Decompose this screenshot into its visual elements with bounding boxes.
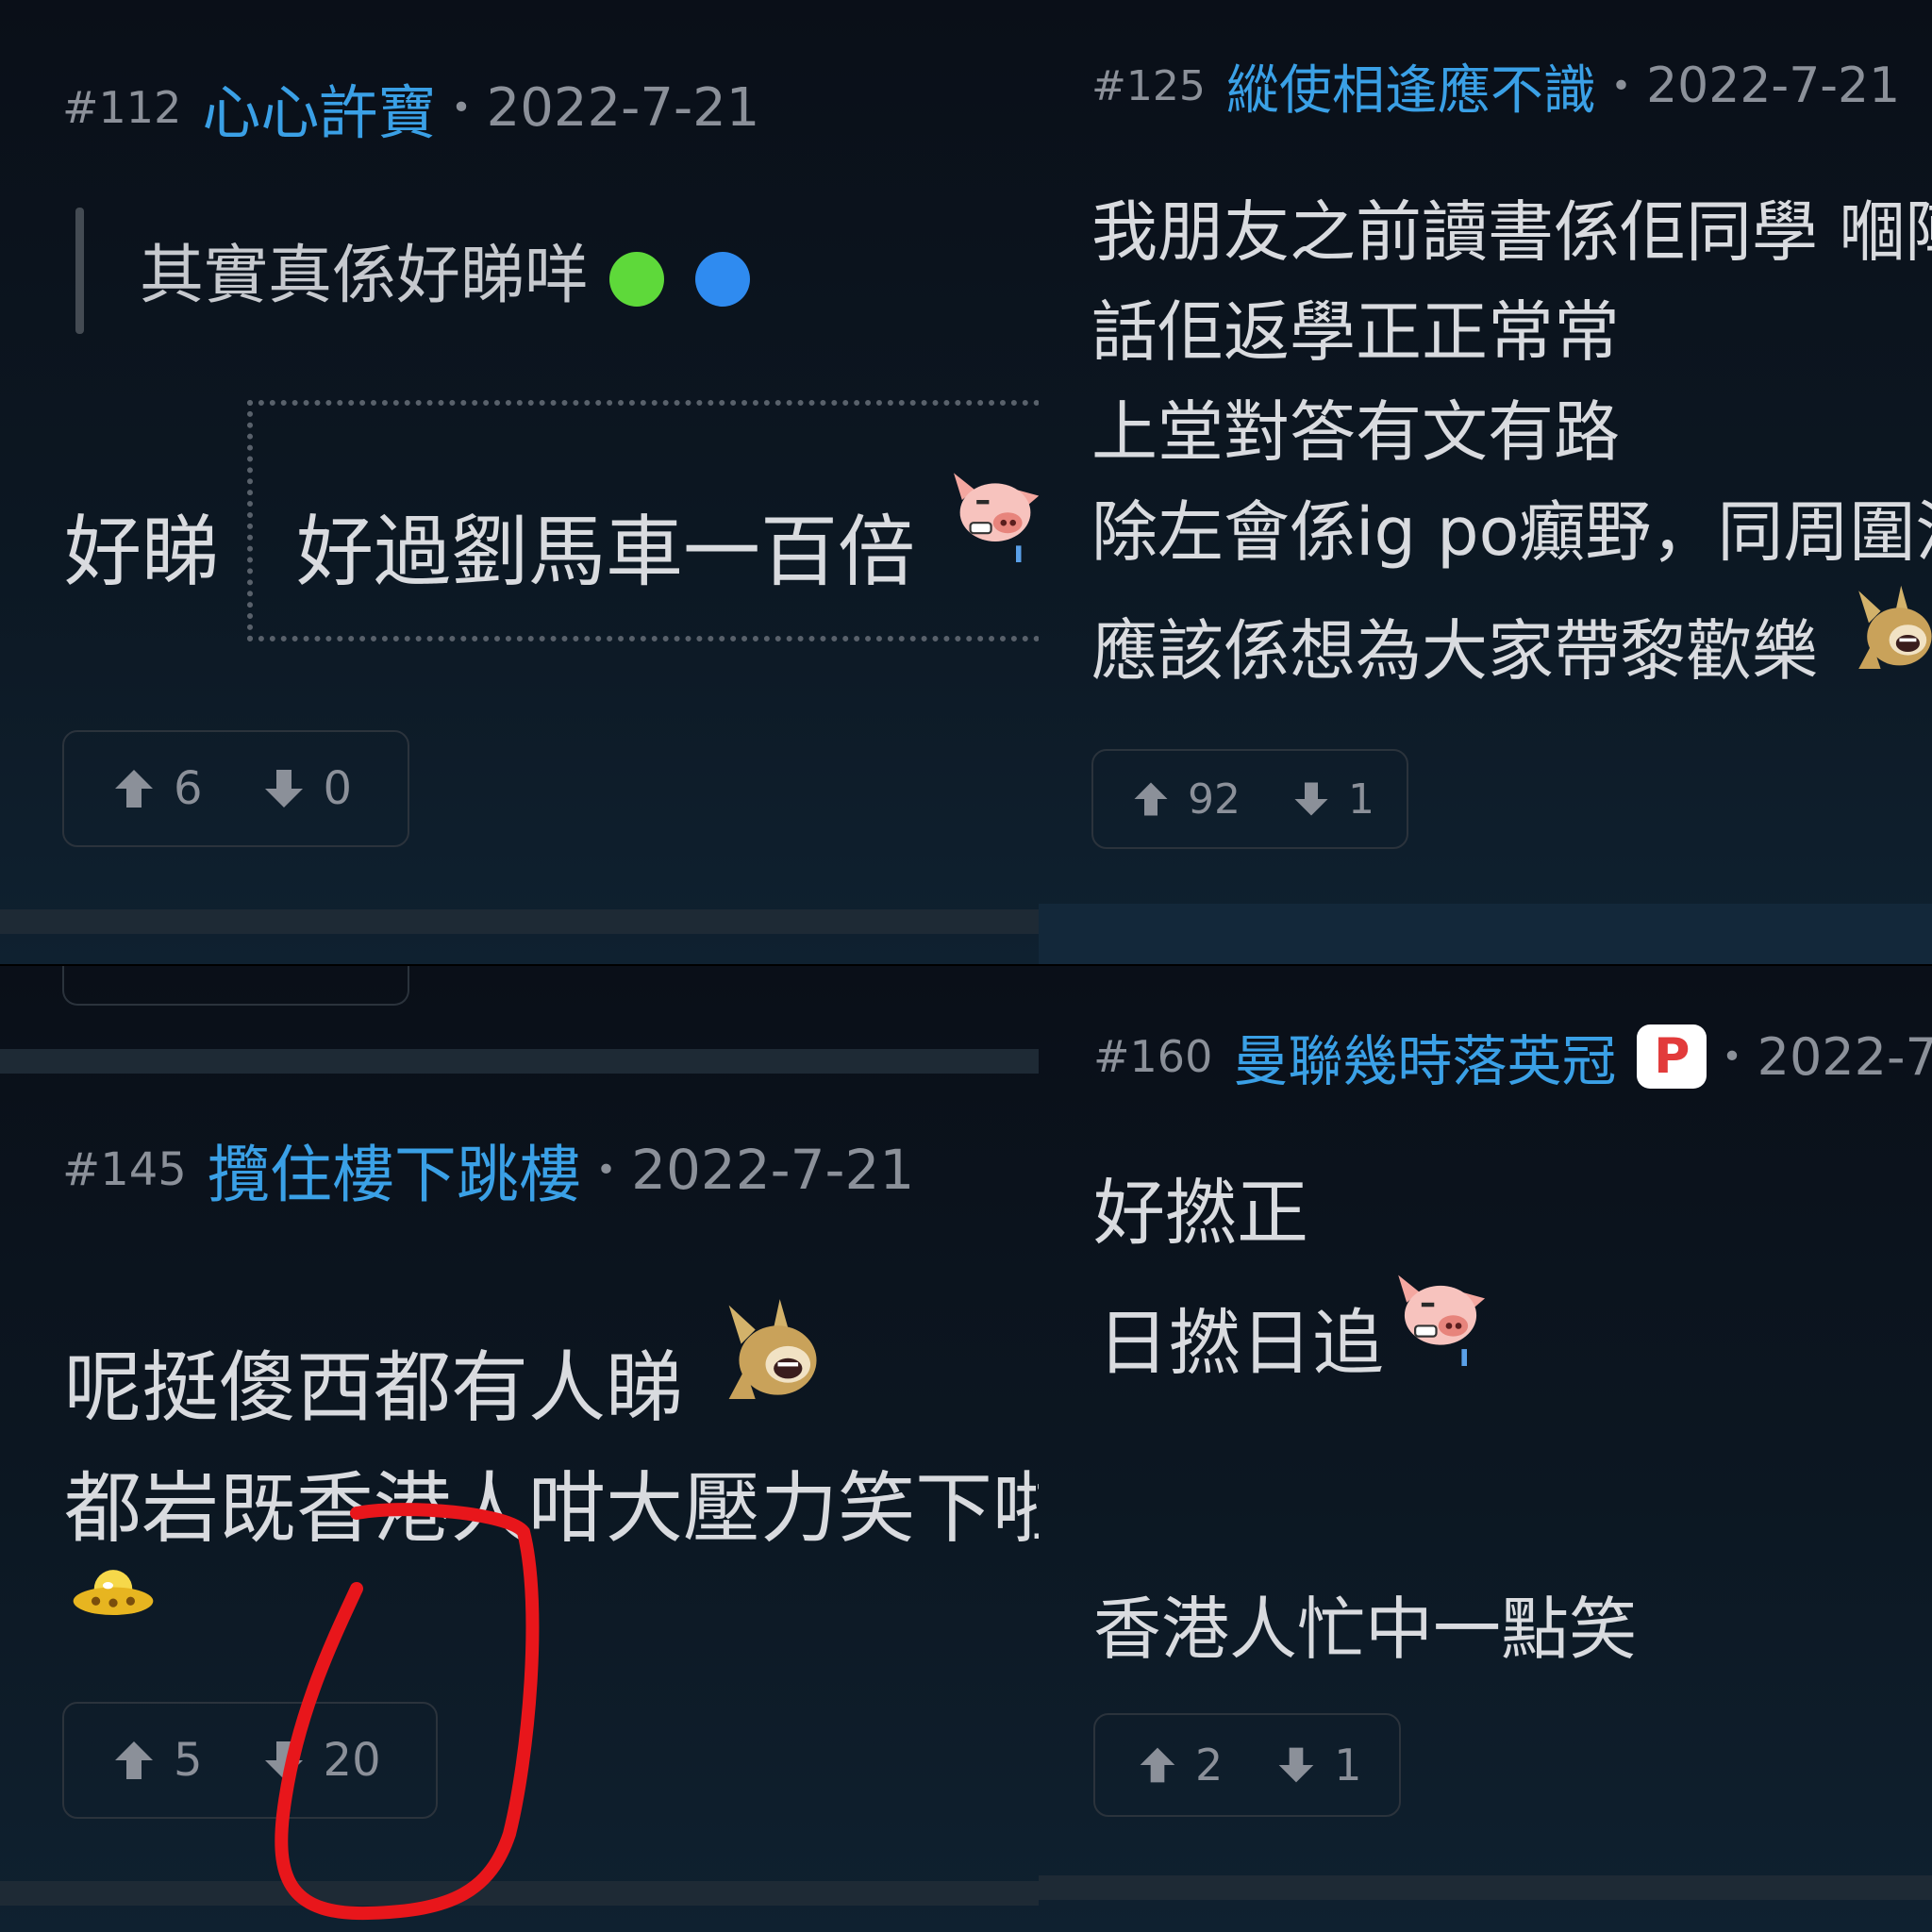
post-160: #160 曼聯幾時落英冠 P • 2022-7-21 好撚正 日撚日追 香港人忙…: [1039, 966, 1932, 1932]
username[interactable]: 縱使相逢應不識: [1226, 48, 1596, 125]
vote-box: 5 20: [62, 1702, 438, 1819]
arrow-down-icon[interactable]: [1291, 779, 1331, 819]
body-line: 上堂對答有文有路: [1091, 393, 1620, 471]
upvote-count: 5: [174, 1734, 203, 1787]
post-145: #145 攬住樓下跳樓 • 2022-7-21 呢挺傻西都有人睇 都岩既香港人咁…: [0, 966, 1039, 1932]
body-line: 都岩既香港人咁大壓力笑下啦: [64, 1464, 1039, 1554]
downvote-count: 0: [323, 762, 353, 815]
arrow-down-icon[interactable]: [261, 1738, 307, 1783]
body-line: 呢挺傻西都有人睇: [64, 1343, 684, 1433]
separator-dot: •: [451, 88, 472, 127]
body-line: 好撚正: [1093, 1171, 1308, 1255]
monkey-laugh-icon: [721, 1291, 823, 1406]
post-divider: [0, 909, 1039, 934]
post-meta: #125 縱使相逢應不識 • 2022-7-21: [1091, 53, 1901, 122]
post-number: #112: [62, 82, 182, 133]
post-date: 2022-7-21: [1646, 58, 1901, 114]
username[interactable]: 攬住樓下跳樓: [208, 1124, 581, 1215]
body-line: 日撚日追: [1097, 1301, 1384, 1385]
green-question-face-icon: [608, 252, 664, 308]
vote-box: 6 0: [62, 730, 409, 847]
body-line: 話佢返學正正常常: [1091, 293, 1620, 371]
downvote-count: 20: [323, 1734, 381, 1787]
previous-vote-box-edge: [62, 966, 409, 1006]
upvote-count: 92: [1188, 774, 1241, 824]
username[interactable]: 心心許寶: [202, 65, 436, 150]
post-meta: #160 曼聯幾時落英冠 P • 2022-7-21: [1093, 1019, 1932, 1094]
post-112: #112 心心許寶 • 2022-7-21 其實真係好睇咩 好睇 好過劉馬車一百…: [0, 0, 1039, 964]
downvote-count: 1: [1334, 1740, 1362, 1790]
pig-crying-icon: [1388, 1260, 1493, 1366]
pig-crying-icon: [943, 458, 1039, 562]
separator-dot: •: [595, 1150, 617, 1190]
arrow-up-icon[interactable]: [111, 766, 157, 811]
separator-dot: •: [1610, 66, 1632, 106]
ufo-icon: [70, 1562, 157, 1624]
post-divider: [0, 1881, 1039, 1906]
blue-smile-face-icon: [695, 252, 751, 308]
post-125: #125 縱使相逢應不識 • 2022-7-21 我朋友之前讀書係佢同學 嗰陣 …: [1039, 0, 1932, 964]
arrow-down-icon[interactable]: [261, 766, 307, 811]
post-meta: #145 攬住樓下跳樓 • 2022-7-21: [62, 1132, 915, 1211]
quote-bar: [75, 208, 84, 334]
post-divider: [0, 1049, 1039, 1074]
arrow-up-icon[interactable]: [1137, 1744, 1178, 1786]
post-date: 2022-7-21: [631, 1138, 915, 1202]
arrow-down-icon[interactable]: [1275, 1744, 1317, 1786]
username[interactable]: 曼聯幾時落英冠: [1233, 1017, 1616, 1096]
upvote-count: 2: [1195, 1740, 1224, 1790]
body-lead: 好睇: [64, 508, 220, 597]
body-line: 我朋友之前讀書係佢同學 嗰陣: [1091, 193, 1932, 271]
arrow-up-icon[interactable]: [111, 1738, 157, 1783]
collage: #112 心心許寶 • 2022-7-21 其實真係好睇咩 好睇 好過劉馬車一百…: [0, 0, 1932, 1932]
post-number: #160: [1093, 1031, 1213, 1082]
user-badge: P: [1637, 1024, 1707, 1089]
quote-text: 其實真係好睇咩: [140, 223, 751, 316]
vote-box: 2 1: [1093, 1713, 1401, 1817]
arrow-up-icon[interactable]: [1131, 779, 1171, 819]
post-date: 2022-7-21: [486, 76, 760, 139]
separator-dot: •: [1722, 1037, 1742, 1076]
post-date: 2022-7-21: [1757, 1026, 1932, 1087]
body-line: 除左會係ig po癲野，同周圍沒: [1091, 493, 1932, 571]
body-box-text: 好過劉馬車一百倍: [296, 508, 916, 597]
upvote-count: 6: [174, 762, 203, 815]
post-meta: #112 心心許寶 • 2022-7-21: [62, 74, 760, 148]
post-number: #145: [62, 1143, 187, 1196]
post-divider: [1039, 1875, 1932, 1900]
bottom-shade: [1039, 904, 1932, 964]
vote-box: 92 1: [1091, 749, 1408, 849]
post-number: #125: [1091, 61, 1206, 110]
quote-content: 其實真係好睇咩: [140, 239, 590, 313]
downvote-count: 1: [1348, 774, 1374, 824]
monkey-laugh-icon: [1852, 579, 1932, 674]
body-line: 香港人忙中一點笑: [1093, 1590, 1638, 1669]
body-line: 應該係想為大家帶黎歡樂: [1091, 612, 1818, 690]
